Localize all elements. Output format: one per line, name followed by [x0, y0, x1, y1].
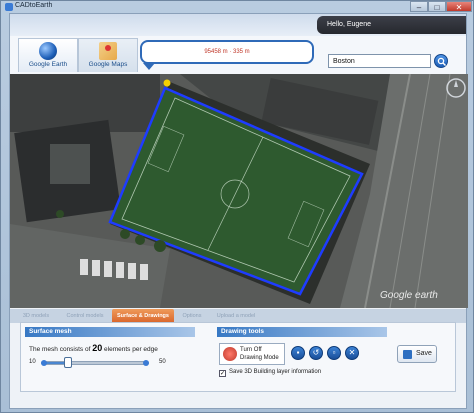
satellite-map[interactable]: Google earth [10, 74, 468, 308]
tab-upload-model[interactable]: Upload a model [210, 309, 262, 323]
mesh-slider-track[interactable] [41, 361, 149, 365]
tab-surface-drawings[interactable]: Surface & Drawings [112, 309, 174, 323]
tab-control-models[interactable]: Control models [60, 309, 110, 323]
app-icon [5, 3, 13, 11]
mesh-text-after: elements per edge [102, 346, 158, 353]
google-maps-icon [99, 42, 117, 60]
app-window: CADtoEarth – □ ✕ Hello, Eugene Google Ea… [0, 0, 474, 413]
drawing-tools-heading: Drawing tools [217, 327, 387, 337]
surface-mesh-heading: Surface mesh [25, 327, 195, 337]
delete-icon: ✕ [348, 348, 356, 357]
turn-off-drawing-button[interactable]: Turn Off Drawing Mode [219, 343, 285, 365]
undo-button[interactable]: ↺ [309, 346, 323, 360]
section-tabs: 3D models Control models Surface & Drawi… [10, 309, 466, 323]
mesh-slider-min: 10 [29, 359, 36, 365]
measurement-bubble: 95458 m · 335 m [140, 40, 314, 64]
user-greeting: Hello, Eugene [317, 16, 466, 34]
tab-google-earth-label: Google Earth [28, 61, 68, 68]
map-navigation-control[interactable] [430, 75, 466, 101]
bubble-tail [143, 63, 155, 70]
header: Google Earth Google Maps 95458 m · 335 m [10, 36, 466, 74]
minimize-button[interactable]: – [410, 1, 428, 12]
app-content: Hello, Eugene Google Earth Google Maps 9… [9, 13, 468, 409]
save-building-checkbox[interactable]: ✓ [219, 370, 226, 377]
tab-google-maps-label: Google Maps [88, 61, 128, 68]
maximize-button[interactable]: □ [428, 1, 446, 12]
compass-icon [446, 78, 466, 98]
search-icon [437, 57, 446, 66]
turn-off-drawing-label: Turn Off Drawing Mode [240, 347, 279, 361]
map-canvas[interactable] [10, 74, 468, 308]
title-bar[interactable]: CADtoEarth – □ ✕ [1, 1, 473, 13]
mesh-slider-thumb[interactable] [64, 357, 72, 368]
save-button[interactable]: Save [397, 345, 437, 363]
save-drawing-icon: ▪ [296, 348, 300, 357]
tab-google-maps[interactable]: Google Maps [78, 38, 138, 72]
close-button[interactable]: ✕ [446, 1, 472, 12]
mesh-description: The mesh consists of 20 elements per edg… [29, 343, 158, 353]
undo-icon: ↺ [312, 348, 320, 357]
mesh-slider-max: 50 [159, 359, 166, 365]
clear-button[interactable]: ▫ [327, 346, 341, 360]
settings-panel: Surface mesh The mesh consists of 20 ele… [20, 322, 456, 392]
tab-options[interactable]: Options [176, 309, 208, 323]
google-earth-icon [39, 42, 57, 60]
map-brand: Google earth [380, 290, 438, 301]
mesh-text-before: The mesh consists of [29, 346, 93, 353]
search-input[interactable] [328, 54, 431, 68]
search-button[interactable] [434, 54, 448, 68]
tab-3d-models[interactable]: 3D models [14, 309, 58, 323]
tab-google-earth[interactable]: Google Earth [18, 38, 78, 72]
save-button-label: Save [416, 350, 432, 357]
drawing-mode-icon [223, 347, 237, 361]
save-drawing-button[interactable]: ▪ [291, 346, 305, 360]
top-strip: Hello, Eugene [10, 14, 466, 36]
polygon-vertex-pin [163, 79, 171, 87]
clear-icon: ▫ [332, 348, 336, 357]
delete-button[interactable]: ✕ [345, 346, 359, 360]
mesh-count: 20 [92, 343, 103, 353]
slider-end-dot [143, 360, 149, 366]
measurement-text: 95458 m · 335 m [204, 49, 250, 55]
window-title: CADtoEarth [15, 2, 53, 9]
save-building-label: Save 3D Building layer information [229, 369, 322, 375]
floppy-disk-icon [403, 350, 412, 359]
slider-start-dot [41, 360, 47, 366]
